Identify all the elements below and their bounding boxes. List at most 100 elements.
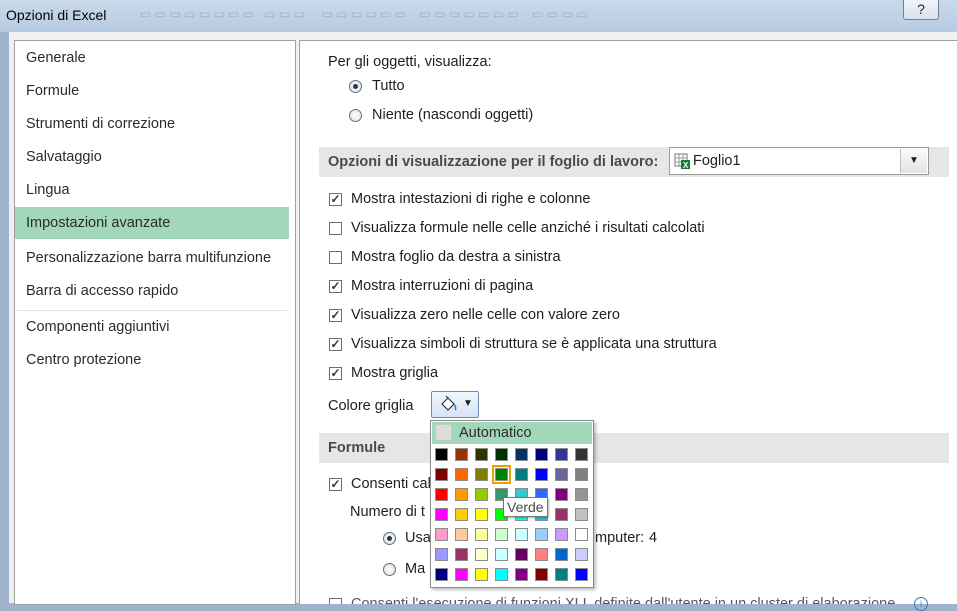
nav-item-generale[interactable]: Generale	[15, 42, 289, 74]
show-formulas-checkbox[interactable]	[329, 222, 342, 235]
use-all-processors-radio[interactable]	[383, 532, 396, 545]
objects-all-radio[interactable]	[349, 80, 362, 93]
color-swatch[interactable]	[435, 468, 448, 481]
color-swatch[interactable]	[475, 448, 488, 461]
nav-item-lingua[interactable]: Lingua	[15, 174, 289, 206]
objects-none-radio[interactable]	[349, 109, 362, 122]
color-swatch[interactable]	[515, 448, 528, 461]
color-swatch[interactable]	[475, 468, 488, 481]
color-swatch[interactable]	[555, 488, 568, 501]
right-to-left-checkbox[interactable]	[329, 251, 342, 264]
color-swatch[interactable]	[475, 568, 488, 581]
color-swatch[interactable]	[535, 548, 548, 561]
nav-item-centro-protezione[interactable]: Centro protezione	[15, 344, 289, 376]
page-breaks-label[interactable]: Mostra interruzioni di pagina	[351, 278, 533, 294]
color-swatch[interactable]	[555, 448, 568, 461]
xll-cluster-checkbox[interactable]	[329, 598, 342, 604]
color-swatch[interactable]	[455, 528, 468, 541]
color-swatch[interactable]	[435, 568, 448, 581]
color-swatch[interactable]	[435, 508, 448, 521]
nav-item-formule[interactable]: Formule	[15, 75, 289, 107]
nav-item-personalizzazione-barra[interactable]: Personalizzazione barra multifunzione	[15, 242, 289, 274]
outline-symbols-checkbox[interactable]: ✓	[329, 338, 342, 351]
color-swatch[interactable]	[515, 548, 528, 561]
color-swatch[interactable]	[475, 548, 488, 561]
color-swatch[interactable]	[555, 508, 568, 521]
formulas-section-header: Formule	[319, 433, 949, 463]
outline-symbols-label[interactable]: Visualizza simboli di struttura se è app…	[351, 336, 717, 352]
objects-none-label[interactable]: Niente (nascondi oggetti)	[372, 107, 533, 123]
color-swatch[interactable]	[515, 468, 528, 481]
color-swatch[interactable]	[455, 468, 468, 481]
chevron-down-icon[interactable]: ▼	[900, 149, 927, 173]
color-swatch[interactable]	[475, 528, 488, 541]
color-swatch[interactable]	[492, 465, 511, 484]
multithread-label[interactable]: Consenti cal	[351, 476, 431, 492]
color-swatch[interactable]	[535, 468, 548, 481]
show-formulas-label[interactable]: Visualizza formule nelle celle anziché i…	[351, 220, 705, 236]
color-swatch[interactable]	[535, 528, 548, 541]
advanced-settings-panel: Per gli oggetti, visualizza: Tutto Nient…	[299, 40, 957, 604]
color-swatch[interactable]	[555, 568, 568, 581]
color-swatch[interactable]	[575, 568, 588, 581]
color-swatch[interactable]	[575, 528, 588, 541]
grid-color-label: Colore griglia	[328, 398, 414, 414]
color-swatch[interactable]	[435, 528, 448, 541]
show-gridlines-label[interactable]: Mostra griglia	[351, 365, 438, 381]
color-swatch[interactable]	[455, 568, 468, 581]
color-swatch[interactable]	[475, 508, 488, 521]
show-zero-checkbox[interactable]: ✓	[329, 309, 342, 322]
color-swatch[interactable]	[555, 528, 568, 541]
color-swatch[interactable]	[495, 568, 508, 581]
manual-threads-radio[interactable]	[383, 563, 396, 576]
color-swatch[interactable]	[575, 548, 588, 561]
color-swatch[interactable]	[575, 508, 588, 521]
use-all-processors-label[interactable]: Usa	[405, 530, 431, 546]
color-swatch[interactable]	[575, 488, 588, 501]
processor-count-value: 4	[649, 530, 658, 546]
background-ribbon-ghost: ▭ ▭ ▭ ▭ ▭ ▭ ▭ ▭ ▭ ▭ ▭ ▭ ▭ ▭ ▭ ▭ ▭ ▭ ▭ ▭ …	[140, 7, 588, 21]
sheet-select[interactable]: X Foglio1 ▼	[669, 147, 929, 175]
color-swatch[interactable]	[535, 568, 548, 581]
color-swatch[interactable]	[495, 548, 508, 561]
multithread-checkbox[interactable]: ✓	[329, 478, 342, 491]
color-swatch[interactable]	[455, 548, 468, 561]
nav-item-strumenti-correzione[interactable]: Strumenti di correzione	[15, 108, 289, 140]
color-swatch[interactable]	[475, 488, 488, 501]
color-swatch[interactable]	[435, 548, 448, 561]
automatic-color-swatch	[435, 424, 452, 441]
nav-item-barra-accesso-rapido[interactable]: Barra di accesso rapido	[15, 275, 289, 307]
show-gridlines-checkbox[interactable]: ✓	[329, 367, 342, 380]
color-swatch[interactable]	[435, 448, 448, 461]
color-swatch[interactable]	[575, 468, 588, 481]
grid-color-button[interactable]: ▼	[431, 391, 479, 418]
color-swatch[interactable]	[455, 488, 468, 501]
page-breaks-checkbox[interactable]: ✓	[329, 280, 342, 293]
color-swatch[interactable]	[435, 488, 448, 501]
show-headers-label[interactable]: Mostra intestazioni di righe e colonne	[351, 191, 590, 207]
title-bar: ▭ ▭ ▭ ▭ ▭ ▭ ▭ ▭ ▭ ▭ ▭ ▭ ▭ ▭ ▭ ▭ ▭ ▭ ▭ ▭ …	[0, 0, 957, 33]
automatic-color-option[interactable]: Automatico	[432, 422, 592, 444]
info-icon[interactable]: i	[914, 597, 928, 611]
show-headers-checkbox[interactable]: ✓	[329, 193, 342, 206]
color-swatch[interactable]	[515, 568, 528, 581]
color-swatch[interactable]	[455, 448, 468, 461]
color-swatch[interactable]	[575, 448, 588, 461]
nav-item-salvataggio[interactable]: Salvataggio	[15, 141, 289, 173]
objects-all-label[interactable]: Tutto	[372, 78, 405, 94]
color-swatch[interactable]	[455, 508, 468, 521]
color-swatch[interactable]	[515, 528, 528, 541]
manual-threads-label[interactable]: Ma	[405, 561, 425, 577]
right-to-left-label[interactable]: Mostra foglio da destra a sinistra	[351, 249, 561, 265]
nav-item-componenti-aggiuntivi[interactable]: Componenti aggiuntivi	[15, 311, 289, 343]
color-swatch[interactable]	[555, 548, 568, 561]
show-zero-label[interactable]: Visualizza zero nelle celle con valore z…	[351, 307, 620, 323]
paint-bucket-icon	[441, 395, 457, 411]
nav-item-impostazioni-avanzate[interactable]: Impostazioni avanzate	[15, 207, 289, 239]
formulas-section-label: Formule	[328, 440, 386, 456]
color-swatch[interactable]	[495, 528, 508, 541]
color-swatch[interactable]	[495, 448, 508, 461]
color-swatch[interactable]	[535, 448, 548, 461]
help-button[interactable]: ?	[903, 0, 939, 20]
color-swatch[interactable]	[555, 468, 568, 481]
